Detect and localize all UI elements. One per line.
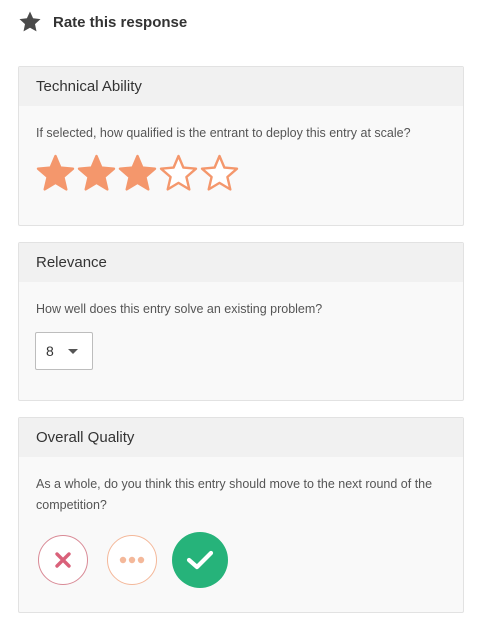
- star-icon: [19, 11, 41, 32]
- relevance-card: Relevance How well does this entry solve…: [18, 242, 464, 401]
- card-title: Technical Ability: [19, 67, 463, 106]
- rate-header: Rate this response: [18, 10, 187, 34]
- question-text: If selected, how qualified is the entran…: [36, 126, 411, 140]
- star-empty-icon[interactable]: [199, 154, 240, 194]
- reject-button[interactable]: [38, 535, 88, 585]
- star-filled-icon[interactable]: [35, 154, 76, 194]
- technical-ability-card: Technical Ability If selected, how quali…: [18, 66, 464, 226]
- card-title: Relevance: [19, 243, 463, 282]
- select-value: 8: [46, 343, 54, 359]
- card-title: Overall Quality: [19, 418, 463, 457]
- relevance-select[interactable]: 8: [35, 332, 93, 370]
- question-text: How well does this entry solve an existi…: [36, 302, 323, 316]
- maybe-button[interactable]: [107, 535, 157, 585]
- ellipsis-icon: [119, 556, 145, 564]
- caret-down-icon: [68, 348, 78, 354]
- star-filled-icon[interactable]: [76, 154, 117, 194]
- page-title: Rate this response: [53, 13, 188, 31]
- approve-button[interactable]: [172, 532, 228, 588]
- overall-quality-card: Overall Quality As a whole, do you think…: [18, 417, 464, 613]
- star-filled-icon[interactable]: [117, 154, 158, 194]
- checkmark-icon: [186, 550, 214, 570]
- star-empty-icon[interactable]: [158, 154, 199, 194]
- vote-choices: [19, 532, 463, 588]
- question-text: As a whole, do you think this entry shou…: [36, 477, 433, 512]
- star-rating: [19, 154, 463, 194]
- x-icon: [55, 552, 71, 568]
